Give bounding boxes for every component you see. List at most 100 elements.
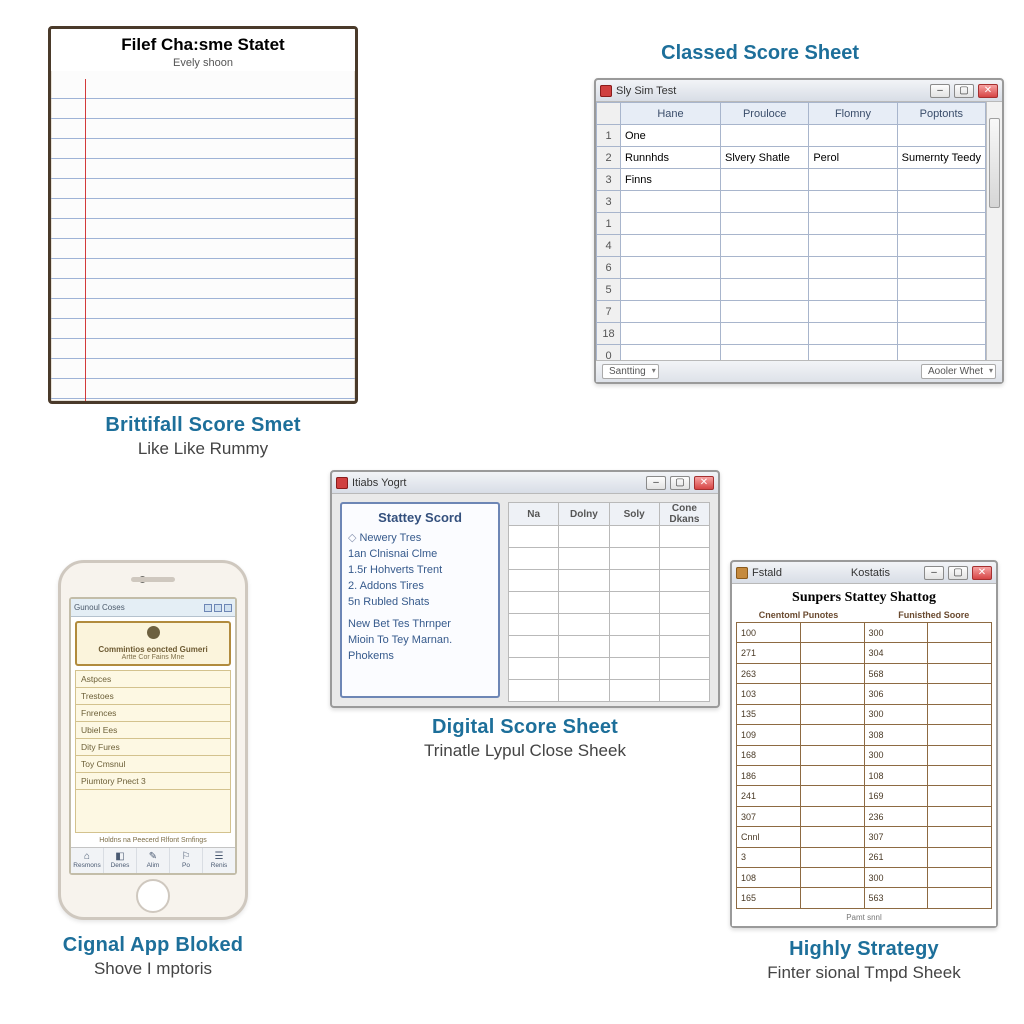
grid-row[interactable] [509,592,710,614]
grid-cell[interactable] [509,526,559,548]
cell[interactable] [809,125,897,147]
center-titlebar[interactable]: Itiabs Yogrt – ▢ ✕ [332,472,718,494]
vertical-scrollbar[interactable] [986,102,1002,360]
grid-cell[interactable] [659,570,709,592]
spreadsheet-titlebar[interactable]: Sly Sim Test – ▢ ✕ [596,80,1002,102]
panel-item[interactable]: ◇Newery Tres [348,529,492,546]
grid-row[interactable] [509,570,710,592]
cell[interactable] [721,301,809,323]
phone-tab[interactable]: ⌂Resmons [71,848,104,873]
table-row[interactable]: 2 Runnhds Slvery Shatle Perol Sumernty T… [597,147,986,169]
grid-header[interactable]: Dolny [559,503,609,526]
grid-cell[interactable] [609,614,659,636]
grid-row[interactable] [509,658,710,680]
cell[interactable] [897,125,985,147]
status-left-select[interactable]: Santting [602,364,659,379]
cell[interactable] [721,345,809,361]
maximize-button[interactable]: ▢ [954,84,974,98]
home-button[interactable] [136,879,170,913]
cell[interactable] [621,257,721,279]
header-flomny[interactable]: Flomny [809,103,897,125]
panel-item[interactable]: New Bet Tes Thrnper [348,616,492,632]
table-row[interactable]: 3 [597,191,986,213]
cell[interactable] [897,191,985,213]
cell[interactable]: One [621,125,721,147]
grid-row[interactable] [509,680,710,702]
cell[interactable] [809,279,897,301]
minimize-button[interactable]: – [930,84,950,98]
cell[interactable] [721,191,809,213]
cell[interactable] [809,323,897,345]
cell[interactable] [621,191,721,213]
cell[interactable] [897,169,985,191]
grid-row[interactable] [509,548,710,570]
cell[interactable]: Runnhds [621,147,721,169]
table-row[interactable]: 7 [597,301,986,323]
panel-item[interactable]: Phokems [348,648,492,664]
close-button[interactable]: ✕ [972,566,992,580]
header-hane[interactable]: Hane [621,103,721,125]
cell[interactable]: Sumernty Teedy [897,147,985,169]
cell[interactable]: Finns [621,169,721,191]
panel-item[interactable]: 2. Addons Tires [348,578,492,594]
close-button[interactable]: ✕ [694,476,714,490]
grid-cell[interactable] [609,570,659,592]
table-row[interactable]: 18 [597,323,986,345]
phone-tab[interactable]: ⚐Po [170,848,203,873]
table-row[interactable]: 3 Finns [597,169,986,191]
cell[interactable] [809,191,897,213]
cell[interactable] [897,301,985,323]
grid-cell[interactable] [559,592,609,614]
phone-tab[interactable]: ◧Denes [104,848,137,873]
cell[interactable] [621,323,721,345]
grid-cell[interactable] [509,548,559,570]
grid-cell[interactable] [509,680,559,702]
cell[interactable] [809,169,897,191]
phone-list-item[interactable]: Ubiel Ees [76,722,230,739]
grid-cell[interactable] [659,658,709,680]
strategy-titlebar[interactable]: Fstald Kostatis – ▢ ✕ [732,562,996,584]
panel-item[interactable]: Mioin To Tey Marnan. [348,632,492,648]
cell[interactable] [809,257,897,279]
cell[interactable] [621,345,721,361]
grid-row[interactable] [509,614,710,636]
grid-cell[interactable] [609,636,659,658]
cell[interactable] [897,213,985,235]
table-row[interactable]: 1 One [597,125,986,147]
grid-cell[interactable] [609,680,659,702]
table-row[interactable]: 1 [597,213,986,235]
phone-list-item[interactable]: Toy Cmsnul [76,756,230,773]
cell[interactable] [809,345,897,361]
cell[interactable] [809,301,897,323]
grid-cell[interactable] [609,658,659,680]
table-row[interactable]: 6 [597,257,986,279]
close-button[interactable]: ✕ [978,84,998,98]
cell[interactable] [721,169,809,191]
cell[interactable] [897,345,985,361]
maximize-button[interactable]: ▢ [670,476,690,490]
header-prouloce[interactable]: Prouloce [721,103,809,125]
table-row[interactable]: 4 [597,235,986,257]
cell[interactable] [721,323,809,345]
scrollbar-thumb[interactable] [989,118,1000,208]
grid-cell[interactable] [609,548,659,570]
minimize-button[interactable]: – [646,476,666,490]
phone-list-item[interactable]: Dity Fures [76,739,230,756]
panel-item[interactable]: 1an Clnisnai Clme [348,546,492,562]
phone-list-item[interactable]: Trestoes [76,688,230,705]
grid-cell[interactable] [609,592,659,614]
spreadsheet-table[interactable]: Hane Prouloce Flomny Poptonts 1 One 2 Ru… [596,102,986,360]
cell[interactable] [621,301,721,323]
cell[interactable] [721,279,809,301]
cell[interactable] [897,257,985,279]
center-grid[interactable]: NaDolnySolyCone Dkans [508,502,710,702]
maximize-button[interactable]: ▢ [948,566,968,580]
cell[interactable]: Slvery Shatle [721,147,809,169]
grid-cell[interactable] [659,548,709,570]
panel-item[interactable]: 1.5r Hohverts Trent [348,562,492,578]
table-row[interactable]: 0 [597,345,986,361]
cell[interactable] [721,125,809,147]
cell[interactable] [897,279,985,301]
grid-cell[interactable] [559,570,609,592]
grid-cell[interactable] [509,570,559,592]
